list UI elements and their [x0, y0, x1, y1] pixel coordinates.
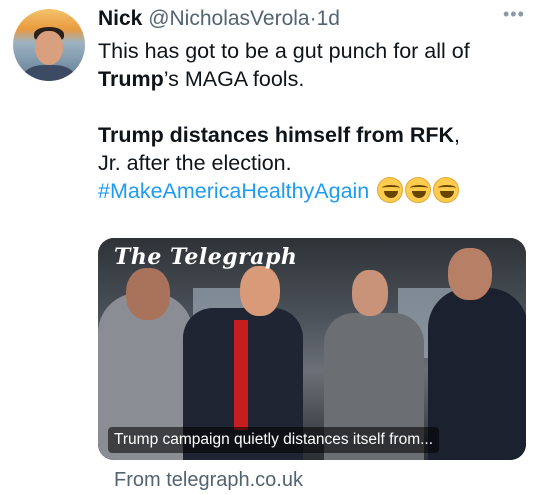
person-left-head [126, 268, 170, 320]
person-center-head [240, 266, 280, 316]
tweet-line-2-rest: ’s MAGA fools. [163, 67, 305, 91]
headline-comma: , [454, 123, 460, 147]
hashtag-line: #MakeAmericaHealthyAgain [98, 177, 528, 205]
author-name[interactable]: Nick [98, 7, 142, 30]
headline: Trump distances himself from RFK, [98, 121, 528, 149]
laughing-emoji-icon [405, 177, 432, 203]
person-far-right [428, 288, 526, 460]
avatar-shirt [23, 65, 75, 81]
card-caption[interactable]: Trump campaign quietly distances itself … [108, 427, 440, 453]
separator-dot: · [309, 7, 317, 30]
avatar[interactable] [13, 9, 85, 81]
hashtag-link[interactable]: #MakeAmericaHealthyAgain [98, 179, 369, 203]
laughing-emoji-icon [433, 177, 460, 203]
tweet-line-1: This has got to be a gut punch for all o… [98, 39, 470, 63]
tweet-time[interactable]: 1d [317, 7, 340, 30]
person-right-head [352, 270, 388, 316]
link-preview-card[interactable]: The Telegraph Trump campaign quietly dis… [98, 238, 526, 460]
avatar-face [35, 31, 63, 65]
telegraph-logo: The Telegraph [114, 244, 298, 270]
more-options-icon[interactable]: ••• [503, 4, 525, 25]
tweet-text: This has got to be a gut punch for all o… [98, 37, 528, 205]
person-far-right-head [448, 248, 492, 300]
tweet-header: Nick @NicholasVerola·1d [98, 6, 340, 32]
tweet-line-2-bold: Trump [98, 67, 164, 91]
laughing-emoji-icon [377, 177, 404, 203]
headline-rest: Jr. after the election. [98, 151, 292, 175]
tweet-line-2: Trump’s MAGA fools. [98, 65, 528, 93]
red-tie [234, 320, 248, 430]
headline-bold: Trump distances himself from RFK [98, 123, 455, 147]
author-handle[interactable]: @NicholasVerola [148, 7, 309, 30]
card-source[interactable]: From telegraph.co.uk [114, 469, 303, 492]
